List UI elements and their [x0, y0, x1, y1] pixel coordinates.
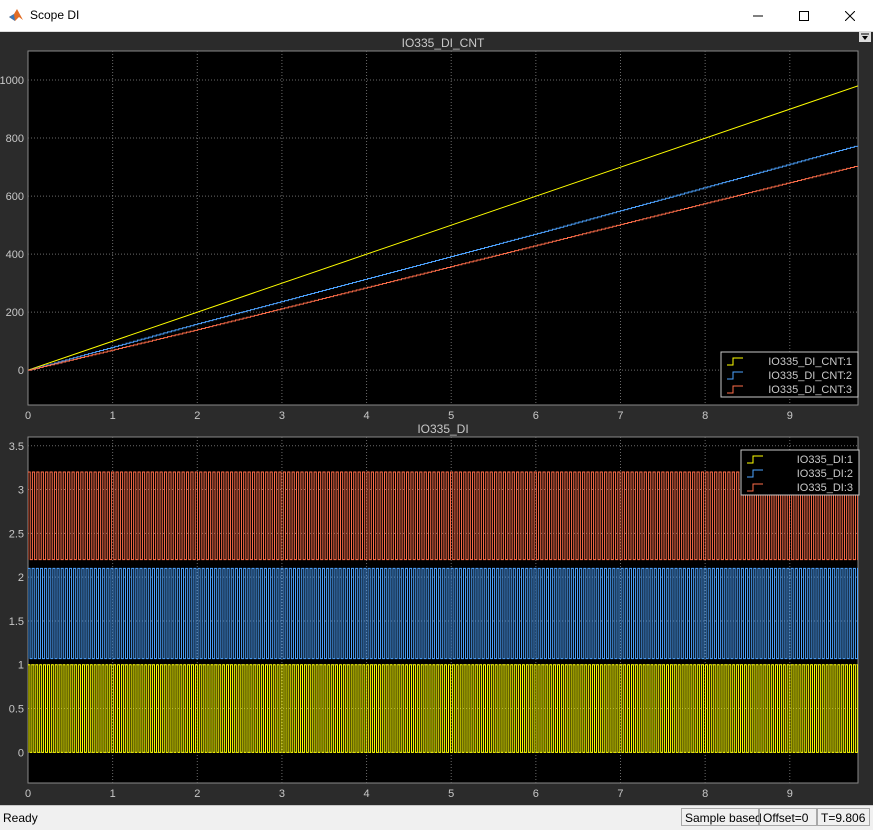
legend-label-1: IO335_DI_CNT:1	[768, 356, 852, 368]
status-bar: Ready Sample based Offset=0 T=9.806	[0, 805, 873, 830]
window-title: Scope DI	[30, 8, 80, 22]
y-tick-label: 200	[6, 307, 24, 319]
title-bar: Scope DI	[0, 0, 873, 32]
y-tick-label: 600	[6, 191, 24, 203]
x-tick-label: 0	[25, 410, 31, 422]
y-tick-label: 2	[18, 572, 24, 584]
x-tick-label: 5	[448, 410, 454, 422]
status-mode: Sample based	[681, 808, 762, 826]
y-tick-label: 3.5	[9, 441, 24, 453]
x-tick-label: 3	[279, 788, 285, 800]
close-button[interactable]	[827, 0, 873, 31]
legend-label-2: IO335_DI_CNT:2	[768, 370, 852, 382]
series-line-2	[28, 567, 858, 660]
x-tick-label: 7	[617, 410, 623, 422]
x-tick-label: 1	[110, 788, 116, 800]
legend-label-2: IO335_DI:2	[797, 468, 853, 480]
chart-title: IO335_DI	[417, 422, 468, 436]
x-tick-label: 0	[25, 788, 31, 800]
x-tick-label: 9	[787, 410, 793, 422]
x-tick-label: 5	[448, 788, 454, 800]
y-tick-label: 3	[18, 485, 24, 497]
scope-plots[interactable]: IO335_DI_CNT0 1 2 3 4 5 6 7 8 902004006008001000I…	[0, 32, 873, 805]
x-tick-label: 9	[787, 788, 793, 800]
y-tick-label: 800	[6, 133, 24, 145]
x-tick-label: 7	[617, 788, 623, 800]
x-tick-label: 2	[194, 788, 200, 800]
legend-label-1: IO335_DI:1	[797, 454, 853, 466]
maximize-icon	[799, 10, 809, 21]
y-tick-label: 1000	[0, 75, 24, 87]
minimize-button[interactable]	[735, 0, 781, 31]
y-tick-label: 0.5	[9, 704, 24, 716]
x-tick-label: 3	[279, 410, 285, 422]
x-tick-label: 1	[110, 410, 116, 422]
status-offset: Offset=0	[759, 808, 817, 826]
status-ready: Ready	[3, 811, 38, 825]
undock-icon[interactable]	[859, 32, 871, 42]
y-tick-label: 1.5	[9, 616, 24, 628]
x-tick-label: 8	[702, 788, 708, 800]
y-tick-label: 2.5	[9, 528, 24, 540]
status-time: T=9.806	[817, 808, 870, 826]
legend-label-3: IO335_DI:3	[797, 482, 853, 494]
close-icon	[845, 10, 855, 21]
matlab-icon	[9, 9, 23, 21]
y-tick-label: 400	[6, 249, 24, 261]
x-tick-label: 6	[533, 788, 539, 800]
x-tick-label: 6	[533, 410, 539, 422]
y-tick-label: 1	[18, 660, 24, 672]
chart-title: IO335_DI_CNT	[402, 36, 485, 50]
x-tick-label: 2	[194, 410, 200, 422]
y-tick-label: 0	[18, 747, 24, 759]
x-tick-label: 4	[364, 410, 370, 422]
x-tick-label: 4	[364, 788, 370, 800]
minimize-icon	[753, 15, 763, 16]
y-tick-label: 0	[18, 365, 24, 377]
x-tick-label: 8	[702, 410, 708, 422]
legend-label-3: IO335_DI_CNT:3	[768, 384, 852, 396]
maximize-button[interactable]	[781, 0, 827, 31]
